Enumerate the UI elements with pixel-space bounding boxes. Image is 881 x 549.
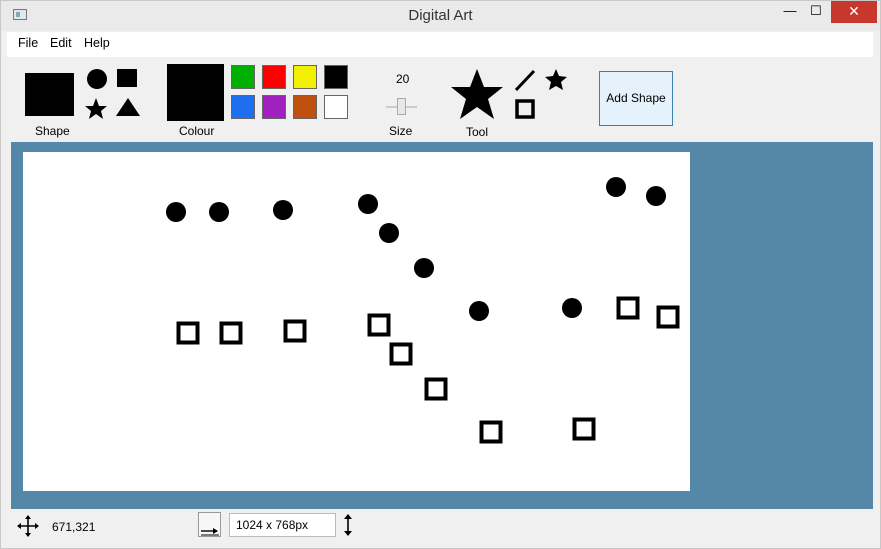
window-title: Digital Art <box>408 7 473 24</box>
colour-swatch[interactable] <box>231 95 255 119</box>
canvas-square[interactable] <box>176 321 200 345</box>
canvas-circle[interactable] <box>562 298 582 318</box>
colour-swatch[interactable] <box>293 65 317 89</box>
menu-file[interactable]: File <box>18 36 38 50</box>
colour-label: Colour <box>179 124 215 138</box>
colour-swatch[interactable] <box>262 65 286 89</box>
menu-help[interactable]: Help <box>84 36 110 50</box>
star-tool-icon <box>451 69 503 119</box>
resize-height-icon[interactable] <box>341 513 355 537</box>
size-value: 20 <box>396 72 410 86</box>
status-bar <box>7 510 873 548</box>
size-slider-thumb[interactable] <box>397 98 406 115</box>
canvas-circle[interactable] <box>646 186 666 206</box>
size-label: Size <box>389 124 413 138</box>
canvas-square[interactable] <box>616 296 640 320</box>
canvas-circle[interactable] <box>209 202 229 222</box>
colour-swatch[interactable] <box>324 65 348 89</box>
colour-swatch[interactable] <box>293 95 317 119</box>
shape-options <box>85 69 140 119</box>
pencil-tool-icon[interactable] <box>514 69 536 92</box>
selected-tool-preview <box>451 69 503 119</box>
resize-width-icon[interactable] <box>198 512 222 538</box>
canvas-circle[interactable] <box>166 202 186 222</box>
app-window: Digital Art — ☐ ✕ File Edit Help Shape C… <box>0 0 881 549</box>
canvas-circle[interactable] <box>379 223 399 243</box>
canvas-size-value: 1024 x 768px <box>236 518 309 532</box>
circle-shape-icon[interactable] <box>87 69 107 89</box>
square-tool-icon[interactable] <box>515 99 535 119</box>
star-shape-icon[interactable] <box>85 98 107 119</box>
menu-edit[interactable]: Edit <box>50 36 72 50</box>
canvas-circle[interactable] <box>414 258 434 278</box>
canvas-square[interactable] <box>479 420 503 444</box>
canvas-circle[interactable] <box>606 177 626 197</box>
square-shape-icon[interactable] <box>117 69 137 87</box>
canvas-circle[interactable] <box>469 301 489 321</box>
colour-swatch[interactable] <box>324 95 348 119</box>
triangle-shape-icon[interactable] <box>116 98 140 116</box>
selected-colour-preview <box>167 64 224 121</box>
colour-swatch[interactable] <box>231 65 255 89</box>
star-stamp-tool-icon[interactable] <box>545 69 567 90</box>
colour-swatch[interactable] <box>262 95 286 119</box>
move-cursor-icon <box>17 515 39 537</box>
cursor-position: 671,321 <box>52 520 96 534</box>
canvas-square[interactable] <box>283 319 307 343</box>
add-shape-button[interactable]: Add Shape <box>599 71 673 126</box>
tool-label: Tool <box>466 125 489 139</box>
canvas-circle[interactable] <box>358 194 378 214</box>
menu-bar: File Edit Help <box>7 32 873 57</box>
shape-label: Shape <box>35 124 70 138</box>
title-bar: Digital Art — ☐ ✕ <box>1 1 880 31</box>
canvas-square[interactable] <box>389 342 413 366</box>
selected-shape-preview <box>25 73 74 116</box>
minimize-button[interactable]: — <box>779 1 801 23</box>
canvas-square[interactable] <box>367 313 391 337</box>
drawing-canvas[interactable] <box>23 152 690 491</box>
canvas-size-field[interactable]: 1024 x 768px <box>229 513 336 537</box>
canvas-square[interactable] <box>572 417 596 441</box>
canvas-circle[interactable] <box>273 200 293 220</box>
close-button[interactable]: ✕ <box>831 1 877 23</box>
tool-options <box>514 69 567 119</box>
canvas-shapes <box>166 177 680 444</box>
canvas-square[interactable] <box>656 305 680 329</box>
canvas-square[interactable] <box>219 321 243 345</box>
canvas-square[interactable] <box>424 377 448 401</box>
maximize-button[interactable]: ☐ <box>804 1 828 23</box>
